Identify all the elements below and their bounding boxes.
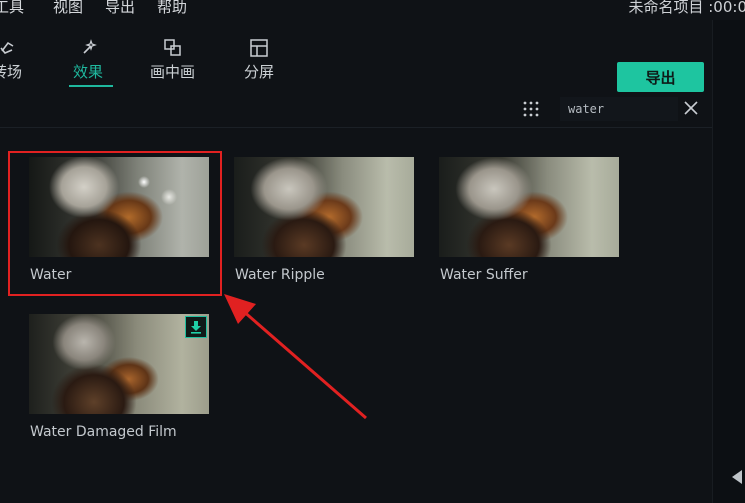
split-screen-icon bbox=[250, 39, 268, 57]
pip-icon bbox=[163, 39, 181, 56]
download-icon bbox=[191, 321, 201, 334]
search-input[interactable] bbox=[560, 97, 678, 121]
export-button[interactable]: 导出 bbox=[617, 62, 704, 92]
effect-thumbnail bbox=[439, 157, 619, 257]
active-tab-indicator bbox=[69, 85, 113, 87]
highlight-annotation-box bbox=[8, 151, 222, 296]
tab-transition[interactable]: 转场 bbox=[0, 38, 22, 82]
grid-view-icon[interactable] bbox=[522, 100, 540, 118]
tab-split-screen[interactable]: 分屏 bbox=[244, 38, 274, 82]
transition-icon bbox=[0, 41, 14, 54]
menu-view[interactable]: 视图 bbox=[53, 0, 83, 17]
collapse-arrow-icon[interactable] bbox=[732, 470, 742, 484]
tab-split-screen-label: 分屏 bbox=[244, 63, 275, 81]
annotation-arrow-icon bbox=[224, 294, 367, 420]
menu-help[interactable]: 帮助 bbox=[157, 0, 187, 17]
tab-transition-label: 转场 bbox=[0, 63, 23, 81]
project-title: 未命名项目 :00:0 bbox=[628, 0, 745, 16]
tab-pip-label: 画中画 bbox=[150, 63, 196, 81]
divider bbox=[0, 127, 712, 128]
menu-export[interactable]: 导出 bbox=[105, 0, 135, 17]
effect-label: Water Damaged Film bbox=[30, 424, 177, 440]
effects-icon bbox=[83, 39, 97, 54]
menu-bar: 工具 视图 导出 帮助 未命名项目 :00:0 bbox=[0, 0, 745, 20]
tab-pip[interactable]: 画中画 bbox=[150, 38, 195, 82]
toolbar: 转场 效果 画中画 分屏 导出 bbox=[0, 20, 745, 92]
side-panel-strip bbox=[712, 20, 745, 503]
effect-thumbnail bbox=[29, 314, 209, 414]
close-icon[interactable] bbox=[683, 100, 699, 116]
tab-effects[interactable]: 效果 bbox=[73, 38, 103, 82]
effect-label: Water Ripple bbox=[235, 267, 325, 283]
tab-effects-label: 效果 bbox=[73, 63, 104, 81]
download-button[interactable] bbox=[185, 316, 207, 338]
menu-tools[interactable]: 工具 bbox=[0, 0, 24, 17]
effect-label: Water Suffer bbox=[440, 267, 528, 283]
effect-thumbnail bbox=[234, 157, 414, 257]
